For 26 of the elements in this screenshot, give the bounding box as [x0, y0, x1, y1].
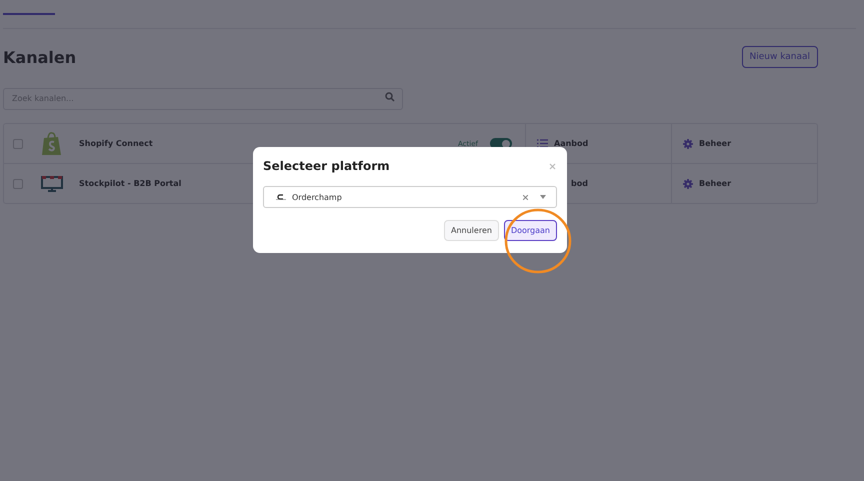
platform-select[interactable]: Orderchamp: [263, 186, 557, 208]
close-icon[interactable]: [549, 162, 556, 170]
new-channel-button[interactable]: Nieuw kanaal: [742, 46, 818, 68]
checkbox[interactable]: [13, 178, 23, 188]
logo-icon: [276, 194, 286, 200]
action-link[interactable]: Beheer: [683, 138, 732, 148]
settings-icon: [683, 178, 693, 188]
channel-name: Stockpilot - B2B Portal: [79, 179, 182, 188]
shopping-bag-icon: [41, 132, 63, 156]
checkbox[interactable]: [13, 138, 23, 148]
channel-name: Shopify Connect: [79, 139, 154, 148]
action-link[interactable]: Beheer: [683, 178, 732, 188]
list-icon: [537, 139, 548, 148]
clear-icon[interactable]: [523, 194, 528, 200]
page-title: Kanalen: [3, 48, 76, 66]
dialog-title: Selecteer platform: [263, 159, 390, 173]
cancel-button[interactable]: Annuleren: [444, 220, 499, 241]
select-value: Orderchamp: [292, 192, 343, 202]
search-icon: [385, 92, 395, 102]
highlight-circle: [503, 207, 573, 275]
tab-indicator: [3, 13, 55, 15]
display-icon: [41, 176, 63, 192]
caret-icon[interactable]: [540, 195, 546, 199]
settings-icon: [683, 138, 693, 148]
action-link[interactable]: Aanbod: [537, 139, 588, 148]
continue-button[interactable]: Doorgaan: [504, 220, 557, 241]
